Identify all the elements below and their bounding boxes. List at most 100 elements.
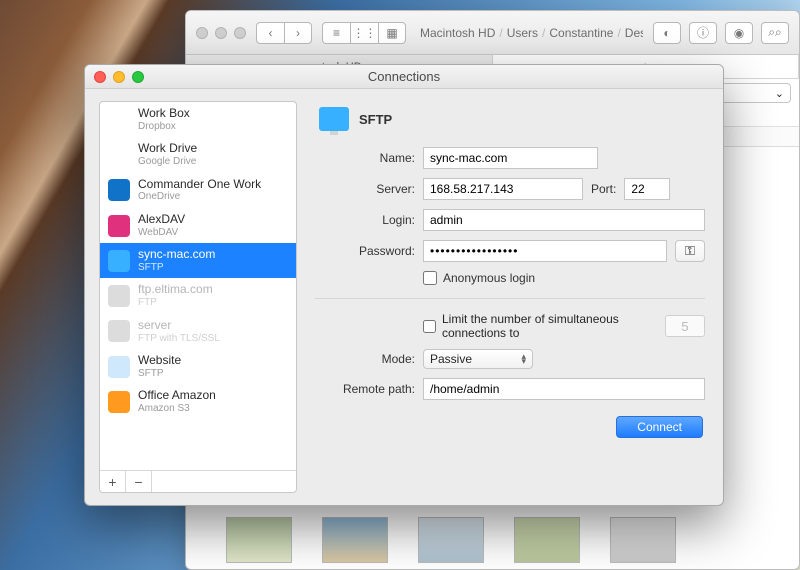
key-button[interactable]: ⚿ [675, 240, 705, 262]
bg-toggle-icon[interactable]: ◐ [653, 22, 681, 44]
connect-button[interactable]: Connect [616, 416, 703, 438]
item-title: Website [138, 354, 181, 368]
item-title: Work Drive [138, 142, 197, 156]
item-title: AlexDAV [138, 213, 185, 227]
connection-item[interactable]: WebsiteSFTP [100, 349, 296, 384]
item-texts: sync-mac.comSFTP [138, 248, 215, 273]
anonymous-checkbox[interactable] [423, 271, 437, 285]
ftp-icon [108, 285, 130, 307]
amazon-s3-icon [108, 391, 130, 413]
bg-breadcrumb: Macintosh HD/ Users/ Constantine/ Deskto… [416, 26, 643, 40]
bg-view-icons[interactable]: ▦ [378, 22, 406, 44]
panel-header: SFTP [315, 105, 705, 137]
thumb[interactable] [418, 517, 484, 563]
bg-info-icon[interactable]: ⓘ [689, 22, 717, 44]
updown-caret-icon: ▴▾ [521, 354, 526, 364]
item-texts: WebsiteSFTP [138, 354, 181, 379]
bg-min-dot[interactable] [215, 27, 227, 39]
zoom-button[interactable] [132, 71, 144, 83]
row-name: Name: [315, 147, 705, 169]
label-limit: Limit the number of simultaneous connect… [442, 312, 653, 340]
item-subtitle: FTP [138, 297, 213, 309]
connection-item[interactable]: Commander One WorkOneDrive [100, 173, 296, 208]
label-remote: Remote path: [315, 382, 415, 396]
bg-view-column[interactable]: ⋮⋮ [350, 22, 378, 44]
connection-item[interactable]: sync-mac.comSFTP [100, 243, 296, 278]
item-texts: Office AmazonAmazon S3 [138, 389, 216, 414]
connection-item[interactable]: Work BoxDropbox [100, 102, 296, 137]
bg-right-controls: ◐ ⓘ ◉ ⌕⌕ [653, 22, 789, 44]
connections-dialog: Connections Work BoxDropboxWork DriveGoo… [84, 64, 724, 506]
password-input[interactable] [423, 240, 667, 262]
item-texts: serverFTP with TLS/SSL [138, 319, 220, 344]
connection-item[interactable]: AlexDAVWebDAV [100, 208, 296, 243]
item-subtitle: Dropbox [138, 121, 190, 133]
bg-back-button[interactable]: ‹ [256, 22, 284, 44]
bg-close-dot[interactable] [196, 27, 208, 39]
bg-max-dot[interactable] [234, 27, 246, 39]
item-subtitle: SFTP [138, 368, 181, 380]
bg-forward-button[interactable]: › [284, 22, 312, 44]
connection-item[interactable]: Work DriveGoogle Drive [100, 137, 296, 172]
item-texts: AlexDAVWebDAV [138, 213, 185, 238]
add-remove-bar: + − [100, 470, 296, 492]
item-texts: ftp.eltima.comFTP [138, 283, 213, 308]
connections-sidebar: Work BoxDropboxWork DriveGoogle DriveCom… [99, 101, 297, 493]
connection-form: SFTP Name: Server: Port: Login: [311, 101, 709, 493]
key-icon: ⚿ [685, 243, 695, 259]
server-input[interactable] [423, 178, 583, 200]
port-input[interactable] [624, 178, 670, 200]
limit-checkbox[interactable] [423, 320, 436, 333]
item-subtitle: OneDrive [138, 191, 261, 203]
limit-value-input [665, 315, 705, 337]
ftp-with-tls-ssl-icon [108, 320, 130, 342]
crumb[interactable]: Constantine [549, 26, 613, 40]
dialog-footer: Connect [315, 410, 705, 440]
connection-item[interactable]: Office AmazonAmazon S3 [100, 384, 296, 419]
dialog-title: Connections [85, 69, 723, 84]
remote-path-input[interactable] [423, 378, 705, 400]
crumb[interactable]: Desktop [625, 26, 643, 40]
row-anonymous: Anonymous login [315, 271, 705, 285]
item-subtitle: Google Drive [138, 156, 197, 168]
thumb[interactable] [610, 517, 676, 563]
add-connection-button[interactable]: + [100, 471, 126, 492]
bg-view-list[interactable]: ≡ [322, 22, 350, 44]
crumb[interactable]: Users [507, 26, 538, 40]
minimize-button[interactable] [113, 71, 125, 83]
sftp-icon [108, 250, 130, 272]
thumb[interactable] [514, 517, 580, 563]
item-title: server [138, 319, 220, 333]
google-drive-icon [108, 144, 130, 166]
onedrive-icon [108, 179, 130, 201]
bg-nav-segment: ‹ › [256, 22, 312, 44]
close-button[interactable] [94, 71, 106, 83]
sftp-icon [319, 107, 349, 131]
item-title: Commander One Work [138, 178, 261, 192]
separator [315, 298, 705, 299]
remove-connection-button[interactable]: − [126, 471, 152, 492]
bg-binoculars-icon[interactable]: ⌕⌕ [761, 22, 789, 44]
label-login: Login: [315, 213, 415, 227]
mode-value: Passive [430, 352, 472, 366]
item-subtitle: Amazon S3 [138, 403, 216, 415]
connection-item[interactable]: ftp.eltima.comFTP [100, 278, 296, 313]
label-mode: Mode: [315, 352, 415, 366]
protocol-title: SFTP [359, 112, 392, 127]
connections-list: Work BoxDropboxWork DriveGoogle DriveCom… [100, 102, 296, 470]
bg-preview-icon[interactable]: ◉ [725, 22, 753, 44]
connection-item[interactable]: serverFTP with TLS/SSL [100, 314, 296, 349]
crumb[interactable]: Macintosh HD [420, 26, 495, 40]
thumb[interactable] [322, 517, 388, 563]
thumb[interactable] [226, 517, 292, 563]
webdav-icon [108, 215, 130, 237]
dialog-traffic-lights [94, 71, 144, 83]
item-texts: Commander One WorkOneDrive [138, 178, 261, 203]
bg-traffic-lights [196, 27, 246, 39]
dialog-body: Work BoxDropboxWork DriveGoogle DriveCom… [85, 89, 723, 505]
mode-select[interactable]: Passive ▴▾ [423, 349, 533, 369]
name-input[interactable] [423, 147, 598, 169]
login-input[interactable] [423, 209, 705, 231]
label-port: Port: [591, 182, 616, 196]
dropdown-caret-icon: ⌄ [775, 87, 784, 100]
